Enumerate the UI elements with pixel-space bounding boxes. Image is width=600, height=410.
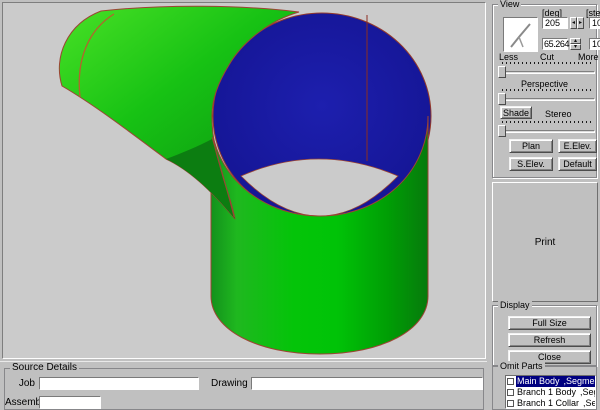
source-details-title: Source Details xyxy=(10,363,79,373)
stereo-label: Stereo xyxy=(545,109,572,119)
assembly-label: Assembly xyxy=(5,397,37,409)
shade-button[interactable]: Shade xyxy=(500,106,532,119)
job-label: Job xyxy=(7,378,35,390)
omit-parts-group: Omit Parts Main Body ,Segment 1 Branch 1… xyxy=(492,366,597,410)
plan-button[interactable]: Plan xyxy=(509,139,553,153)
slider-ticks xyxy=(502,62,593,64)
direction-hands-icon xyxy=(504,18,537,51)
display-group-title: Display xyxy=(498,300,532,310)
elevation-spin-down-icon[interactable]: ▾ xyxy=(570,44,581,50)
omit-part-segment: ,Segment 1 xyxy=(560,376,595,387)
viewport-3d[interactable] xyxy=(2,2,486,359)
omit-part-row-branch-collar[interactable]: Branch 1 Collar ,Segment xyxy=(506,398,595,409)
source-details-panel: Source Details Job Drawing Assembly xyxy=(0,361,487,410)
omit-part-segment: ,Segment xyxy=(579,398,595,409)
elevation-input[interactable]: 65.264 xyxy=(542,38,568,50)
perspective-label: Perspective xyxy=(493,79,596,89)
less-label: Less xyxy=(499,52,518,62)
slider-ticks xyxy=(502,121,593,123)
assembly-input[interactable] xyxy=(39,396,101,409)
control-panel: View [deg] [step] 205 ◂ ▸ 10 65.264 ▴ ▾ … xyxy=(488,0,600,410)
cut-label: Cut xyxy=(540,52,554,62)
slider-track xyxy=(498,71,595,74)
azimuth-spin-left-icon[interactable]: ◂ xyxy=(570,17,577,29)
view-direction-indicator[interactable] xyxy=(503,17,538,52)
perspective-slider-thumb[interactable] xyxy=(498,93,506,105)
source-details-group: Source Details Job Drawing Assembly xyxy=(4,368,484,410)
cut-slider[interactable] xyxy=(498,62,595,78)
full-size-button[interactable]: Full Size xyxy=(508,316,591,330)
e-elev-button[interactable]: E.Elev. xyxy=(558,139,597,153)
slider-track xyxy=(498,98,595,101)
elevation-step-input[interactable]: 10 xyxy=(589,38,600,50)
omit-part-segment: ,Segment xyxy=(576,387,595,398)
slider-track xyxy=(498,130,595,133)
stereo-slider[interactable] xyxy=(498,121,595,137)
omit-part-name: Branch 1 Collar xyxy=(517,398,579,409)
print-button[interactable]: Print xyxy=(492,182,598,302)
omit-part-name: Main Body xyxy=(517,376,560,387)
omit-part-checkbox[interactable] xyxy=(507,400,514,407)
omit-parts-list[interactable]: Main Body ,Segment 1 Branch 1 Body ,Segm… xyxy=(505,375,596,409)
default-button[interactable]: Default xyxy=(558,157,597,171)
azimuth-spin-right-icon[interactable]: ▸ xyxy=(577,17,584,29)
stereo-slider-thumb[interactable] xyxy=(498,125,506,137)
omit-part-row-main-body[interactable]: Main Body ,Segment 1 xyxy=(506,376,595,387)
slider-ticks xyxy=(502,89,593,91)
s-elev-button[interactable]: S.Elev. xyxy=(509,157,553,171)
perspective-slider[interactable] xyxy=(498,89,595,105)
azimuth-input[interactable]: 205 xyxy=(542,17,568,29)
display-group: Display Full Size Refresh Close xyxy=(492,305,597,366)
cut-slider-thumb[interactable] xyxy=(498,66,506,78)
drawing-input[interactable] xyxy=(251,377,483,390)
omit-part-checkbox[interactable] xyxy=(507,378,514,385)
view-group-title: View xyxy=(498,0,521,9)
omit-part-name: Branch 1 Body xyxy=(517,387,576,398)
drawing-label: Drawing xyxy=(211,378,247,390)
view-group: View [deg] [step] 205 ◂ ▸ 10 65.264 ▴ ▾ … xyxy=(492,4,597,178)
more-label: More xyxy=(578,52,599,62)
omit-parts-group-title: Omit Parts xyxy=(498,361,545,371)
omit-part-row-branch-body[interactable]: Branch 1 Body ,Segment xyxy=(506,387,595,398)
azimuth-step-input[interactable]: 10 xyxy=(589,17,600,29)
job-input[interactable] xyxy=(39,377,199,390)
pipe-model-drawing xyxy=(3,3,485,358)
omit-part-checkbox[interactable] xyxy=(507,389,514,396)
refresh-button[interactable]: Refresh xyxy=(508,333,591,347)
